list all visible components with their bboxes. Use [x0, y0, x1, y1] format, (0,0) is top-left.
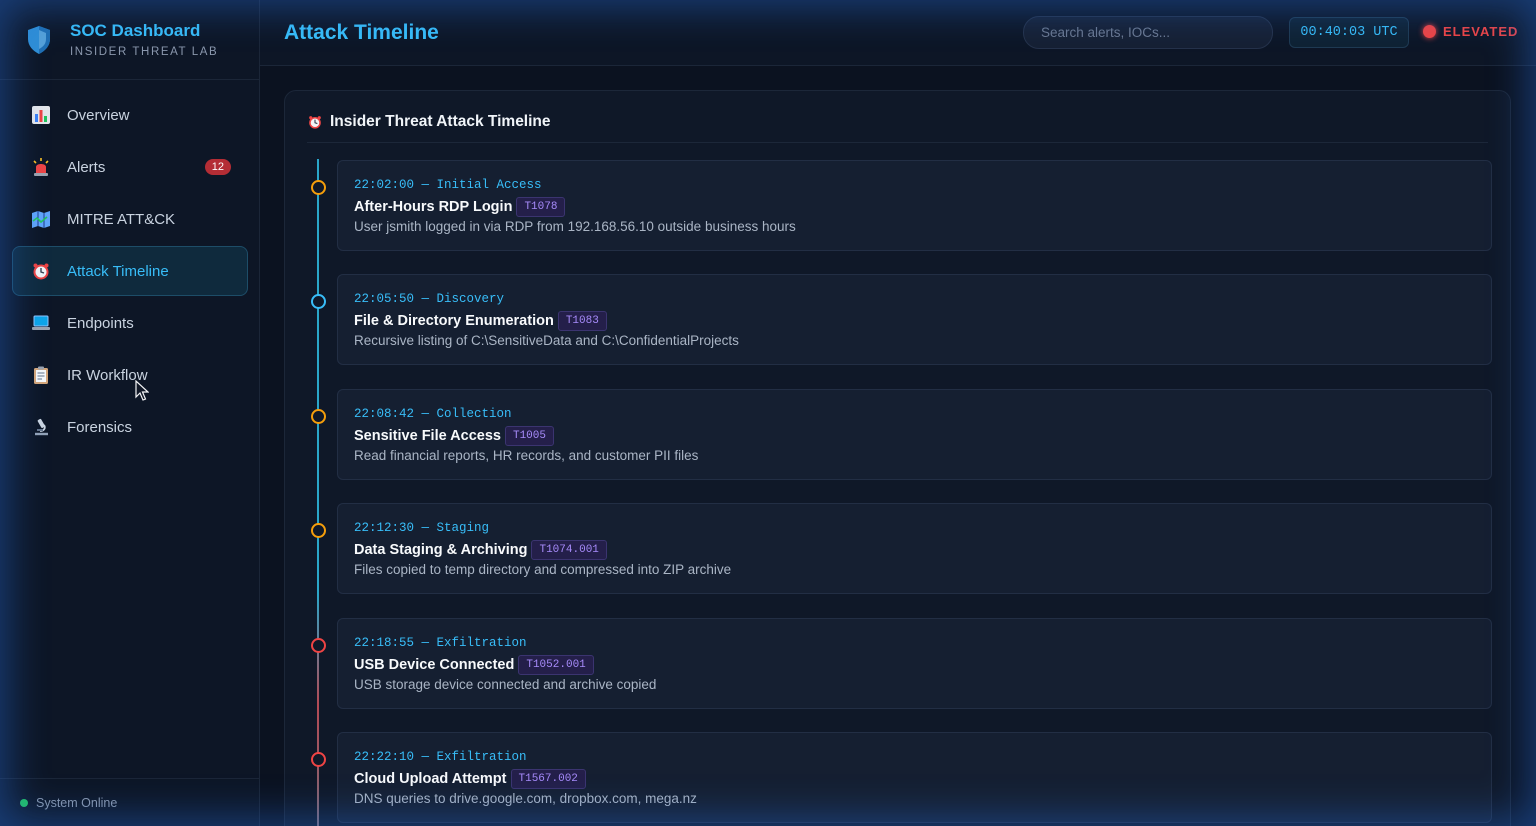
- timeline-event[interactable]: 22:05:50 — Discovery File & Directory En…: [337, 274, 1492, 365]
- event-time: 22:05:50 — Discovery: [354, 292, 505, 306]
- top-header: Attack Timeline 00:40:03 UTC ELEVATED: [260, 0, 1536, 66]
- system-status: System Online: [0, 778, 259, 826]
- sidebar-item-label: Forensics: [67, 418, 133, 436]
- event-title: USB Device Connected: [354, 657, 515, 673]
- brand-title: SOC Dashboard: [70, 21, 201, 40]
- bar-chart-icon: [31, 105, 51, 125]
- map-icon: [31, 209, 51, 229]
- mitre-technique-tag[interactable]: T1567.002: [510, 769, 586, 789]
- mitre-technique-tag[interactable]: T1074.001: [531, 540, 607, 560]
- sidebar-nav: Overview Alerts 12 MITRE ATT&CK Attack T…: [12, 90, 248, 454]
- sidebar: SOC Dashboard INSIDER THREAT LAB Overvie…: [0, 0, 260, 826]
- brand: SOC Dashboard INSIDER THREAT LAB: [0, 0, 259, 80]
- panel-header: Insider Threat Attack Timeline: [307, 91, 1488, 143]
- event-time: 22:22:10 — Exfiltration: [354, 750, 527, 764]
- event-title: Data Staging & Archiving: [354, 542, 528, 558]
- event-description: DNS queries to drive.google.com, dropbox…: [354, 791, 697, 806]
- sidebar-item-label: Overview: [67, 106, 130, 124]
- mitre-technique-tag[interactable]: T1005: [504, 426, 554, 446]
- timeline-marker: [311, 180, 326, 195]
- sidebar-item-label: Attack Timeline: [67, 262, 169, 280]
- sidebar-item-alerts[interactable]: Alerts 12: [12, 142, 248, 192]
- timeline-line: [317, 159, 319, 826]
- alarm-clock-icon: [31, 261, 51, 281]
- event-description: USB storage device connected and archive…: [354, 677, 657, 692]
- mitre-technique-tag[interactable]: T1052.001: [518, 655, 594, 675]
- mitre-technique-tag[interactable]: T1078: [516, 197, 566, 217]
- siren-icon: [31, 157, 51, 177]
- event-title: Sensitive File Access: [354, 428, 501, 444]
- event-description: User jsmith logged in via RDP from 192.1…: [354, 219, 796, 234]
- sidebar-item-attack-timeline[interactable]: Attack Timeline: [12, 246, 248, 296]
- timeline-marker: [311, 294, 326, 309]
- event-title: After-Hours RDP Login: [354, 199, 513, 215]
- brand-subtitle: INSIDER THREAT LAB: [70, 46, 219, 58]
- timeline-event[interactable]: 22:02:00 — Initial Access After-Hours RD…: [337, 160, 1492, 251]
- sidebar-item-label: MITRE ATT&CK: [67, 210, 176, 228]
- alarm-clock-icon: [307, 114, 323, 130]
- sidebar-item-label: Endpoints: [67, 314, 134, 332]
- sidebar-item-endpoints[interactable]: Endpoints: [12, 298, 248, 348]
- timeline-marker: [311, 752, 326, 767]
- alerts-count-badge: 12: [204, 159, 231, 175]
- event-description: Read financial reports, HR records, and …: [354, 448, 699, 463]
- timeline-event[interactable]: 22:18:55 — Exfiltration USB Device Conne…: [337, 618, 1492, 709]
- sidebar-item-mitre[interactable]: MITRE ATT&CK: [12, 194, 248, 244]
- sidebar-item-forensics[interactable]: Forensics: [12, 402, 248, 452]
- threat-level-indicator: ELEVATED: [1423, 24, 1518, 39]
- event-time: 22:08:42 — Collection: [354, 407, 512, 421]
- timeline-marker: [311, 409, 326, 424]
- clipboard-icon: [31, 365, 51, 385]
- event-description: Files copied to temp directory and compr…: [354, 562, 732, 577]
- event-time: 22:02:00 — Initial Access: [354, 178, 542, 192]
- search-input[interactable]: [1023, 16, 1273, 49]
- event-title: Cloud Upload Attempt: [354, 771, 507, 787]
- panel-title: Insider Threat Attack Timeline: [330, 112, 551, 130]
- timeline-event[interactable]: 22:08:42 — Collection Sensitive File Acc…: [337, 389, 1492, 480]
- event-time: 22:18:55 — Exfiltration: [354, 636, 527, 650]
- threat-level-label: ELEVATED: [1443, 24, 1519, 39]
- mitre-technique-tag[interactable]: T1083: [557, 311, 607, 331]
- mouse-cursor-icon: [135, 380, 149, 401]
- microscope-icon: [31, 417, 51, 437]
- page-title: Attack Timeline: [284, 21, 439, 44]
- utc-clock: 00:40:03 UTC: [1289, 17, 1409, 48]
- threat-status-dot: [1423, 25, 1436, 38]
- timeline-panel: Insider Threat Attack Timeline 22:02:00 …: [284, 90, 1511, 826]
- laptop-icon: [31, 313, 51, 333]
- event-description: Recursive listing of C:\SensitiveData an…: [354, 333, 739, 348]
- sidebar-item-label: Alerts: [67, 158, 106, 176]
- event-time: 22:12:30 — Staging: [354, 521, 490, 535]
- event-title: File & Directory Enumeration: [354, 313, 554, 329]
- sidebar-item-ir-workflow[interactable]: IR Workflow: [12, 350, 248, 400]
- timeline-event[interactable]: 22:22:10 — Exfiltration Cloud Upload Att…: [337, 732, 1492, 823]
- shield-icon: [28, 25, 50, 54]
- sidebar-item-overview[interactable]: Overview: [12, 90, 248, 140]
- timeline-event[interactable]: 22:12:30 — Staging Data Staging & Archiv…: [337, 503, 1492, 594]
- timeline-marker: [311, 638, 326, 653]
- timeline-marker: [311, 523, 326, 538]
- system-status-label: System Online: [36, 795, 118, 810]
- online-status-dot: [20, 798, 28, 807]
